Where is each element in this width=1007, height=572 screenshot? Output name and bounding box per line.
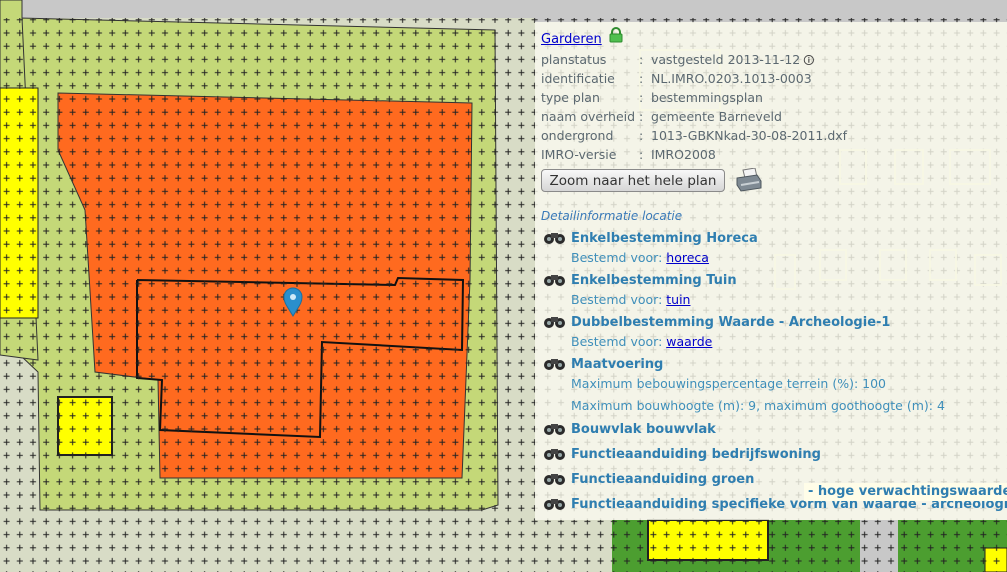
lock-icon: [609, 27, 623, 43]
bestemming-link-waarde[interactable]: waarde: [666, 334, 712, 349]
bestemming-link-horeca[interactable]: horeca: [666, 250, 709, 265]
list-item: Dubbelbestemming Waarde - Archeologie-1 …: [543, 314, 1007, 351]
binoculars-icon[interactable]: [543, 422, 567, 436]
binoculars-icon[interactable]: [543, 273, 567, 287]
maatvoering-line: Maximum bebouwingspercentage terrein (%)…: [571, 376, 887, 391]
item-name[interactable]: Maatvoering: [571, 356, 1007, 374]
item-name[interactable]: Dubbelbestemming Waarde - Archeologie-1: [571, 314, 1007, 332]
binoculars-icon[interactable]: [543, 315, 567, 329]
zoom-to-plan-button[interactable]: Zoom naar het hele plan: [541, 169, 725, 192]
list-item: Enkelbestemming Horeca Bestemd voor: hor…: [543, 230, 1007, 267]
bestemming-link-tuin[interactable]: tuin: [666, 292, 690, 307]
meta-row-type-plan: type plan: bestemmingsplan: [541, 90, 763, 105]
meta-row-imro-versie: IMRO-versie: IMRO2008: [541, 147, 716, 162]
meta-row-ondergrond: ondergrond:1013-GBKNkad-30-08-2011.dxf: [541, 128, 848, 143]
binoculars-icon[interactable]: [543, 447, 567, 461]
list-item: Enkelbestemming Tuin Bestemd voor: tuin: [543, 272, 1007, 309]
list-item: Functieaanduiding bedrijfswoning: [543, 446, 1007, 464]
item-name[interactable]: Enkelbestemming Tuin: [571, 272, 1007, 290]
maatvoering-line: Maximum bouwhoogte (m): 9, maximum gooth…: [571, 398, 945, 413]
item-name[interactable]: Enkelbestemming Horeca: [571, 230, 1007, 248]
list-item: Bouwvlak bouwvlak: [543, 421, 1007, 439]
binoculars-icon[interactable]: [543, 497, 567, 511]
printer-icon[interactable]: [735, 168, 763, 192]
info-icon[interactable]: 🛈: [803, 54, 814, 67]
item-name[interactable]: Bouwvlak bouwvlak: [571, 421, 1007, 439]
plan-metadata: planstatus: vastgesteld 2013-11-12 🛈 ident…: [541, 52, 847, 166]
binoculars-icon[interactable]: [543, 472, 567, 486]
meta-row-naam-overheid: naam overheid: gemeente Barneveld: [541, 109, 782, 124]
binoculars-icon[interactable]: [543, 231, 567, 245]
plan-name-link[interactable]: Garderen: [541, 32, 602, 47]
hover-tooltip: - hoge verwachtingswaarde: [804, 483, 1007, 501]
plan-info-panel: Garderen planstatus: vastgesteld 2013-11-…: [535, 22, 1007, 520]
detail-list: Enkelbestemming Horeca Bestemd voor: hor…: [543, 230, 1007, 514]
meta-row-identificatie: identificatie: NL.IMRO.0203.1013-0003: [541, 71, 812, 86]
detail-title: Detailinformatie locatie: [541, 209, 683, 223]
list-item: Maatvoering Maximum bebouwingspercentage…: [543, 356, 1007, 415]
meta-row-planstatus: planstatus: vastgesteld 2013-11-12 🛈: [541, 52, 815, 67]
binoculars-icon[interactable]: [543, 357, 567, 371]
item-name[interactable]: Functieaanduiding bedrijfswoning: [571, 446, 1007, 464]
